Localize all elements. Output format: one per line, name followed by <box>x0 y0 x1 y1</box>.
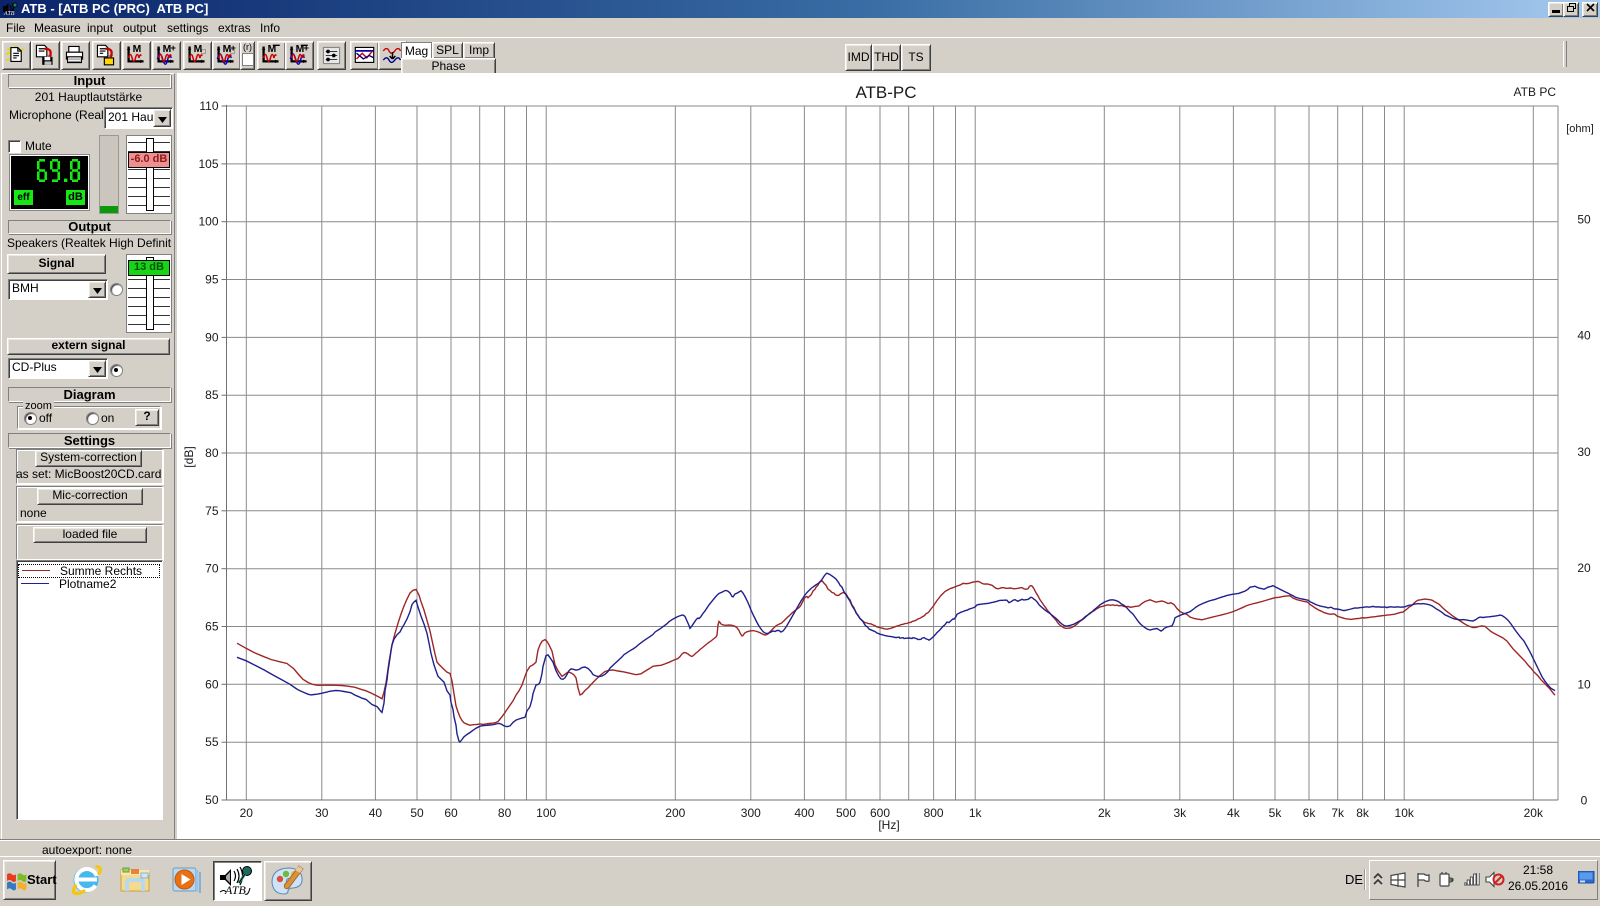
svg-text:7k: 7k <box>1331 806 1345 820</box>
svg-text:ATB-PC: ATB-PC <box>855 83 916 102</box>
svg-text:65: 65 <box>205 620 219 634</box>
svg-text:400: 400 <box>794 806 814 820</box>
svg-text:0: 0 <box>1581 793 1588 807</box>
svg-text:10k: 10k <box>1395 806 1415 820</box>
svg-text:70: 70 <box>205 562 219 576</box>
svg-text:[ohm]: [ohm] <box>1566 123 1594 135</box>
svg-text:800: 800 <box>924 806 944 820</box>
svg-text:4k: 4k <box>1227 806 1241 820</box>
svg-text:500: 500 <box>836 806 856 820</box>
svg-text:2k: 2k <box>1098 806 1112 820</box>
svg-text:105: 105 <box>198 157 218 171</box>
svg-text:20: 20 <box>1577 561 1591 575</box>
svg-text:300: 300 <box>741 806 761 820</box>
svg-text:[dB]: [dB] <box>182 446 196 467</box>
svg-text:ATB PC: ATB PC <box>1514 85 1557 99</box>
svg-text:85: 85 <box>205 388 219 402</box>
svg-text:55: 55 <box>205 735 219 749</box>
svg-text:95: 95 <box>205 273 219 287</box>
svg-text:40: 40 <box>1577 329 1591 343</box>
svg-text:ATB: ATB <box>224 883 247 897</box>
svg-text:50: 50 <box>1577 213 1591 227</box>
svg-text:6k: 6k <box>1303 806 1317 820</box>
svg-text:60: 60 <box>444 806 458 820</box>
svg-text:60: 60 <box>205 677 219 691</box>
svg-text:50: 50 <box>205 793 219 807</box>
svg-text:80: 80 <box>205 446 219 460</box>
svg-text:[Hz]: [Hz] <box>878 818 899 832</box>
svg-text:10: 10 <box>1577 677 1591 691</box>
svg-text:100: 100 <box>536 806 556 820</box>
svg-text:100: 100 <box>198 215 218 229</box>
svg-text:1k: 1k <box>969 806 983 820</box>
svg-text:5k: 5k <box>1269 806 1283 820</box>
svg-text:3k: 3k <box>1173 806 1187 820</box>
svg-text:200: 200 <box>665 806 685 820</box>
svg-text:8k: 8k <box>1356 806 1370 820</box>
svg-text:30: 30 <box>1577 445 1591 459</box>
svg-text:110: 110 <box>199 99 218 113</box>
svg-text:50: 50 <box>410 806 424 820</box>
svg-text:90: 90 <box>205 330 219 344</box>
svg-text:40: 40 <box>369 806 383 820</box>
svg-text:80: 80 <box>498 806 512 820</box>
svg-text:20k: 20k <box>1524 806 1544 820</box>
svg-text:20: 20 <box>240 806 254 820</box>
svg-text:30: 30 <box>315 806 329 820</box>
svg-text:75: 75 <box>205 504 219 518</box>
